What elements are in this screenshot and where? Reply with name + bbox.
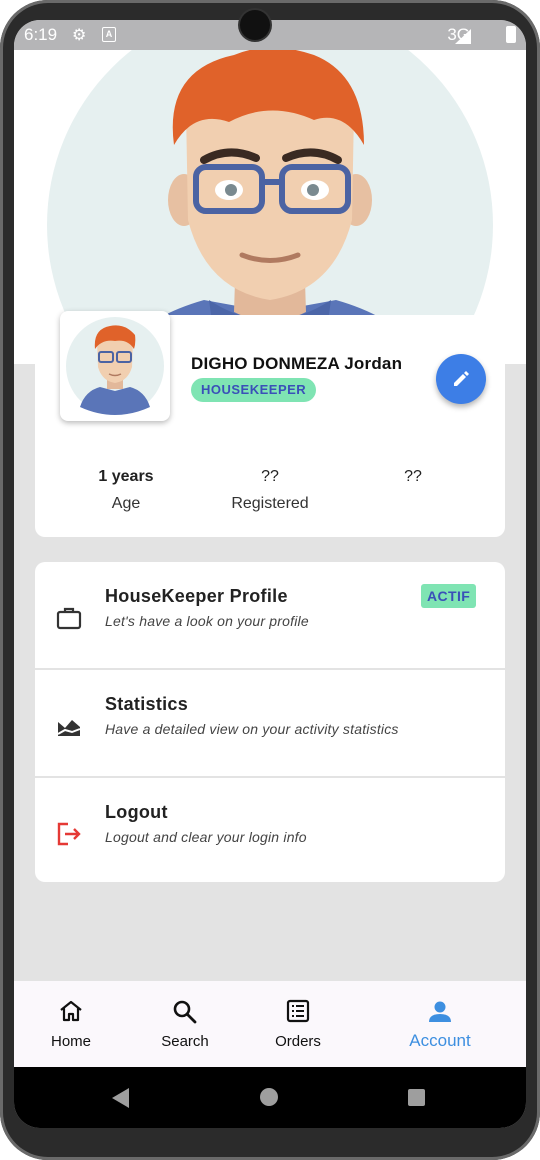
recent-apps-icon[interactable] (408, 1089, 425, 1106)
menu-item-title: Statistics (105, 694, 189, 714)
stat-value: ?? (404, 468, 422, 485)
nav-label: Account (409, 1031, 471, 1050)
account-icon (429, 1001, 451, 1022)
chart-area-icon (57, 720, 81, 736)
orders-icon (286, 999, 310, 1023)
camera-cutout (240, 10, 270, 40)
nav-orders[interactable]: Orders (255, 981, 341, 1067)
system-navigation-bar (14, 1067, 526, 1128)
settings-gear-icon: ⚙ (72, 27, 87, 44)
nav-label: Home (50, 1033, 91, 1050)
stat-age: 1 years Age (56, 468, 196, 513)
battery-icon (506, 26, 516, 43)
network-type: 3G (447, 25, 470, 44)
menu-item-subtitle: Let's have a look on your profile (105, 613, 309, 629)
a-notification-icon: A (102, 27, 116, 42)
nav-search[interactable]: Search (142, 981, 228, 1067)
status-time: 6:19 (24, 25, 58, 44)
search-icon (173, 1000, 197, 1024)
phone-frame: 6:19 ⚙ A 3G DIGHO DONMEZA Jordan HOUSEKE… (0, 0, 540, 1160)
edit-profile-button[interactable] (436, 354, 486, 404)
stat-registered: ?? Registered (200, 468, 340, 513)
nav-home[interactable]: Home (28, 981, 114, 1067)
stat-label: Age (111, 495, 141, 512)
menu-item-title: Logout (105, 802, 168, 822)
bottom-navigation: Home Search Orders Account (14, 981, 526, 1067)
nav-label: Orders (275, 1033, 321, 1050)
stat-value: ?? (261, 468, 279, 485)
status-bar: 6:19 ⚙ A 3G (14, 20, 526, 50)
stat-third: ?? (343, 468, 483, 495)
avatar[interactable] (60, 311, 170, 421)
account-menu: HouseKeeper Profile Let's have a look on… (35, 562, 505, 882)
menu-item-housekeeper-profile[interactable]: HouseKeeper Profile Let's have a look on… (35, 562, 505, 670)
home-icon (60, 1000, 82, 1022)
home-circle-icon[interactable] (260, 1088, 278, 1106)
back-icon[interactable] (112, 1088, 129, 1108)
role-badge: HOUSEKEEPER (191, 378, 317, 402)
nav-account[interactable]: Account (394, 981, 486, 1067)
menu-item-subtitle: Logout and clear your login info (105, 829, 307, 845)
pencil-icon (454, 371, 469, 386)
menu-item-title: HouseKeeper Profile (105, 586, 288, 606)
menu-item-logout[interactable]: Logout Logout and clear your login info (35, 778, 505, 882)
nav-label: Search (161, 1033, 209, 1050)
stat-label: Registered (231, 495, 309, 512)
screen: 6:19 ⚙ A 3G DIGHO DONMEZA Jordan HOUSEKE… (14, 20, 526, 1128)
profile-name: DIGHO DONMEZA Jordan (191, 354, 403, 373)
logout-icon (57, 822, 81, 846)
status-badge: ACTIF (421, 584, 477, 608)
stat-value: 1 years (98, 468, 154, 485)
menu-item-statistics[interactable]: Statistics Have a detailed view on your … (35, 670, 505, 778)
menu-item-subtitle: Have a detailed view on your activity st… (105, 721, 399, 737)
briefcase-icon (56, 607, 82, 630)
